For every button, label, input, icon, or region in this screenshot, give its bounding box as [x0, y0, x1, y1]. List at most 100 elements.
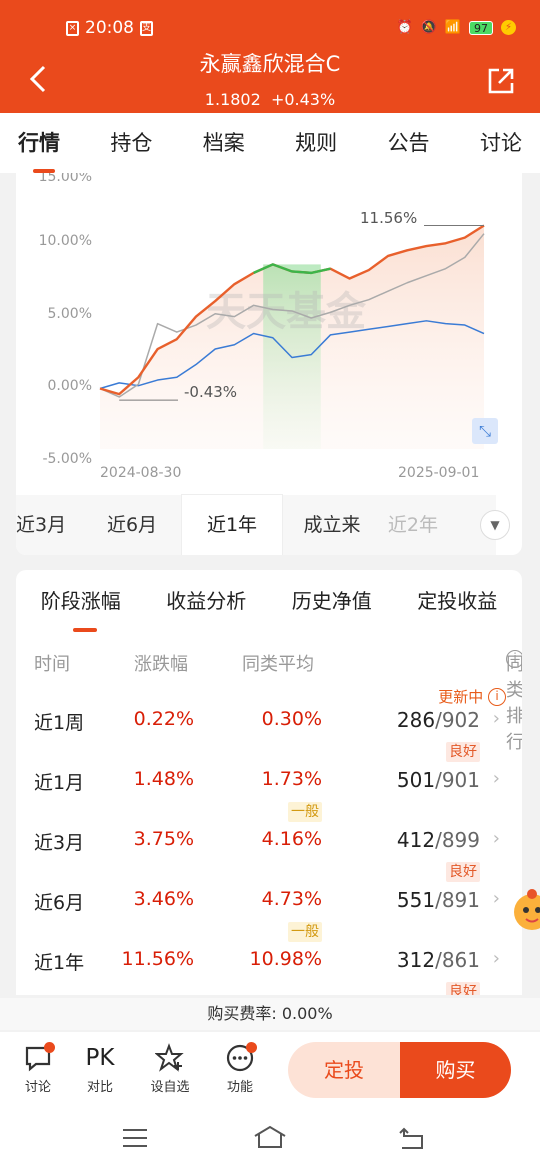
- back-nav-icon[interactable]: [396, 1126, 426, 1150]
- row-period: 近3月: [34, 832, 85, 854]
- period-6m[interactable]: 近6月: [82, 495, 182, 555]
- updating-label: 更新中 i: [438, 686, 506, 707]
- system-nav-bar: [0, 1110, 540, 1170]
- tab-holdings[interactable]: 持仓: [110, 113, 152, 173]
- sip-button[interactable]: 定投: [288, 1042, 400, 1098]
- row-rank: 312/861: [397, 948, 480, 972]
- tab-return-analysis[interactable]: 收益分析: [166, 570, 246, 628]
- compare-label: 对比: [86, 1080, 113, 1095]
- min-label: -0.43%: [184, 383, 238, 401]
- y-tick: 15.00%: [38, 173, 92, 185]
- row-avg: 4.16%: [261, 828, 322, 850]
- y-tick: 5.00%: [47, 306, 92, 322]
- status-bar: × 20:08 支 ⏰ 🔕 📶 97 ⚡: [0, 18, 540, 44]
- info-icon[interactable]: i: [506, 650, 522, 668]
- header-avg: 同类平均: [242, 654, 314, 675]
- pay-notification-icon: 支: [140, 20, 153, 36]
- nav-change: +0.43%: [270, 90, 336, 109]
- row-change: 0.22%: [133, 708, 194, 730]
- tab-history-nav[interactable]: 历史净值: [292, 570, 372, 628]
- function-button[interactable]: 功能: [215, 1040, 265, 1095]
- discuss-button[interactable]: 讨论: [13, 1040, 63, 1095]
- app-header: × 20:08 支 ⏰ 🔕 📶 97 ⚡ 永赢鑫欣混合C 1.1802 +0.4…: [0, 0, 540, 113]
- period-2y[interactable]: 近2年: [382, 495, 438, 555]
- fund-nav: 1.1802 +0.43%: [0, 90, 540, 109]
- table-row[interactable]: 近1月 1.48% 1.73% 501/901 › 一般: [16, 768, 522, 828]
- period-dropdown-icon[interactable]: ▼: [480, 510, 510, 540]
- table-row[interactable]: 近6月 3.46% 4.73% 551/891 › 一般: [16, 888, 522, 948]
- header-change: 涨跌幅: [134, 654, 188, 675]
- tab-rules[interactable]: 规则: [295, 113, 337, 173]
- star-plus-icon: [155, 1043, 184, 1072]
- rank-level-badge: 一般: [288, 922, 322, 942]
- tab-stage-change[interactable]: 阶段涨幅: [41, 570, 121, 632]
- period-inception[interactable]: 成立来: [282, 495, 382, 555]
- tab-sip-return[interactable]: 定投收益: [417, 570, 497, 628]
- period-1y[interactable]: 近1年: [182, 495, 282, 555]
- chevron-right-icon: ›: [492, 948, 500, 969]
- max-label: 11.56%: [360, 209, 418, 227]
- period-3m[interactable]: 近3月: [16, 495, 82, 555]
- rank-level-badge: 良好: [446, 862, 480, 882]
- watermark: 天天基金: [206, 289, 367, 335]
- compare-button[interactable]: PK 对比: [75, 1040, 125, 1095]
- header-time: 时间: [34, 654, 70, 675]
- notification-icon: ×: [66, 20, 79, 36]
- battery-indicator: 97: [469, 20, 493, 35]
- tab-announcements[interactable]: 公告: [388, 113, 430, 173]
- stats-tabs: 阶段涨幅 收益分析 历史净值 定投收益: [16, 570, 522, 632]
- home-icon[interactable]: [252, 1124, 288, 1150]
- notification-dot: [246, 1042, 257, 1053]
- performance-chart[interactable]: 天天基金: [16, 173, 522, 483]
- expand-icon[interactable]: ⤡: [472, 418, 498, 444]
- tab-profile[interactable]: 档案: [203, 113, 245, 173]
- chart-card: 天天基金 15.00% 10.00% 5.00% 0.00% -5.00% 20…: [16, 173, 522, 555]
- mascot-icon[interactable]: [508, 886, 540, 936]
- table-row[interactable]: 近3月 3.75% 4.16% 412/899 › 良好: [16, 828, 522, 888]
- rank-total: /899: [435, 828, 480, 852]
- bottom-action-bar: 讨论 PK 对比 设自选 功能 定投 购买: [0, 1032, 540, 1110]
- row-rank: 286/902: [397, 708, 480, 732]
- row-period: 近1年: [34, 952, 85, 974]
- period-selector: 近3月 近6月 近1年 成立来 近2年 ▼: [16, 495, 522, 555]
- row-change: 3.46%: [133, 888, 194, 910]
- nav-value: 1.1802: [204, 90, 261, 109]
- row-avg: 1.73%: [261, 768, 322, 790]
- row-period: 近6月: [34, 892, 85, 914]
- rank-level-badge: 良好: [446, 742, 480, 762]
- charging-icon: ⚡: [501, 20, 516, 35]
- buy-button[interactable]: 购买: [400, 1042, 511, 1098]
- menu-icon[interactable]: [120, 1126, 150, 1150]
- chevron-right-icon: ›: [492, 768, 500, 789]
- tab-discussion[interactable]: 讨论: [480, 113, 522, 173]
- stats-card: 阶段涨幅 收益分析 历史净值 定投收益 时间 涨跌幅 同类平均 同类排行 i 更…: [16, 570, 522, 995]
- y-tick: 10.00%: [38, 233, 92, 249]
- row-change: 3.75%: [133, 828, 194, 850]
- add-watchlist-button[interactable]: 设自选: [145, 1040, 195, 1095]
- watch-label: 设自选: [150, 1080, 190, 1095]
- share-icon[interactable]: [486, 66, 516, 96]
- row-period: 近1月: [34, 772, 85, 794]
- tab-market[interactable]: 行情: [18, 113, 60, 173]
- row-avg: 4.73%: [261, 888, 322, 910]
- updating-text: 更新中: [438, 688, 484, 706]
- table-row[interactable]: 近1年 11.56% 10.98% 312/861 › 良好: [16, 948, 522, 995]
- row-avg: 0.30%: [261, 708, 322, 730]
- row-rank: 551/891: [397, 888, 480, 912]
- y-tick: -5.00%: [42, 451, 92, 467]
- rank-level-badge: 一般: [288, 802, 322, 822]
- rank-total: /861: [435, 948, 480, 972]
- table-row[interactable]: 近1周 0.22% 0.30% 286/902 › 良好: [16, 708, 522, 768]
- rank-level-badge: 良好: [446, 982, 480, 995]
- mute-icon: 🔕: [420, 20, 437, 35]
- rank-total: /902: [435, 708, 480, 732]
- rank-value: 412: [396, 828, 436, 852]
- info-icon[interactable]: i: [488, 688, 506, 706]
- y-tick: 0.00%: [47, 378, 92, 394]
- row-rank: 412/899: [397, 828, 480, 852]
- row-change: 11.56%: [121, 948, 194, 970]
- notification-dot: [44, 1042, 55, 1053]
- purchase-fee: 购买费率: 0.00%: [0, 998, 540, 1030]
- rank-value: 501: [396, 768, 436, 792]
- status-time: 20:08: [85, 18, 134, 38]
